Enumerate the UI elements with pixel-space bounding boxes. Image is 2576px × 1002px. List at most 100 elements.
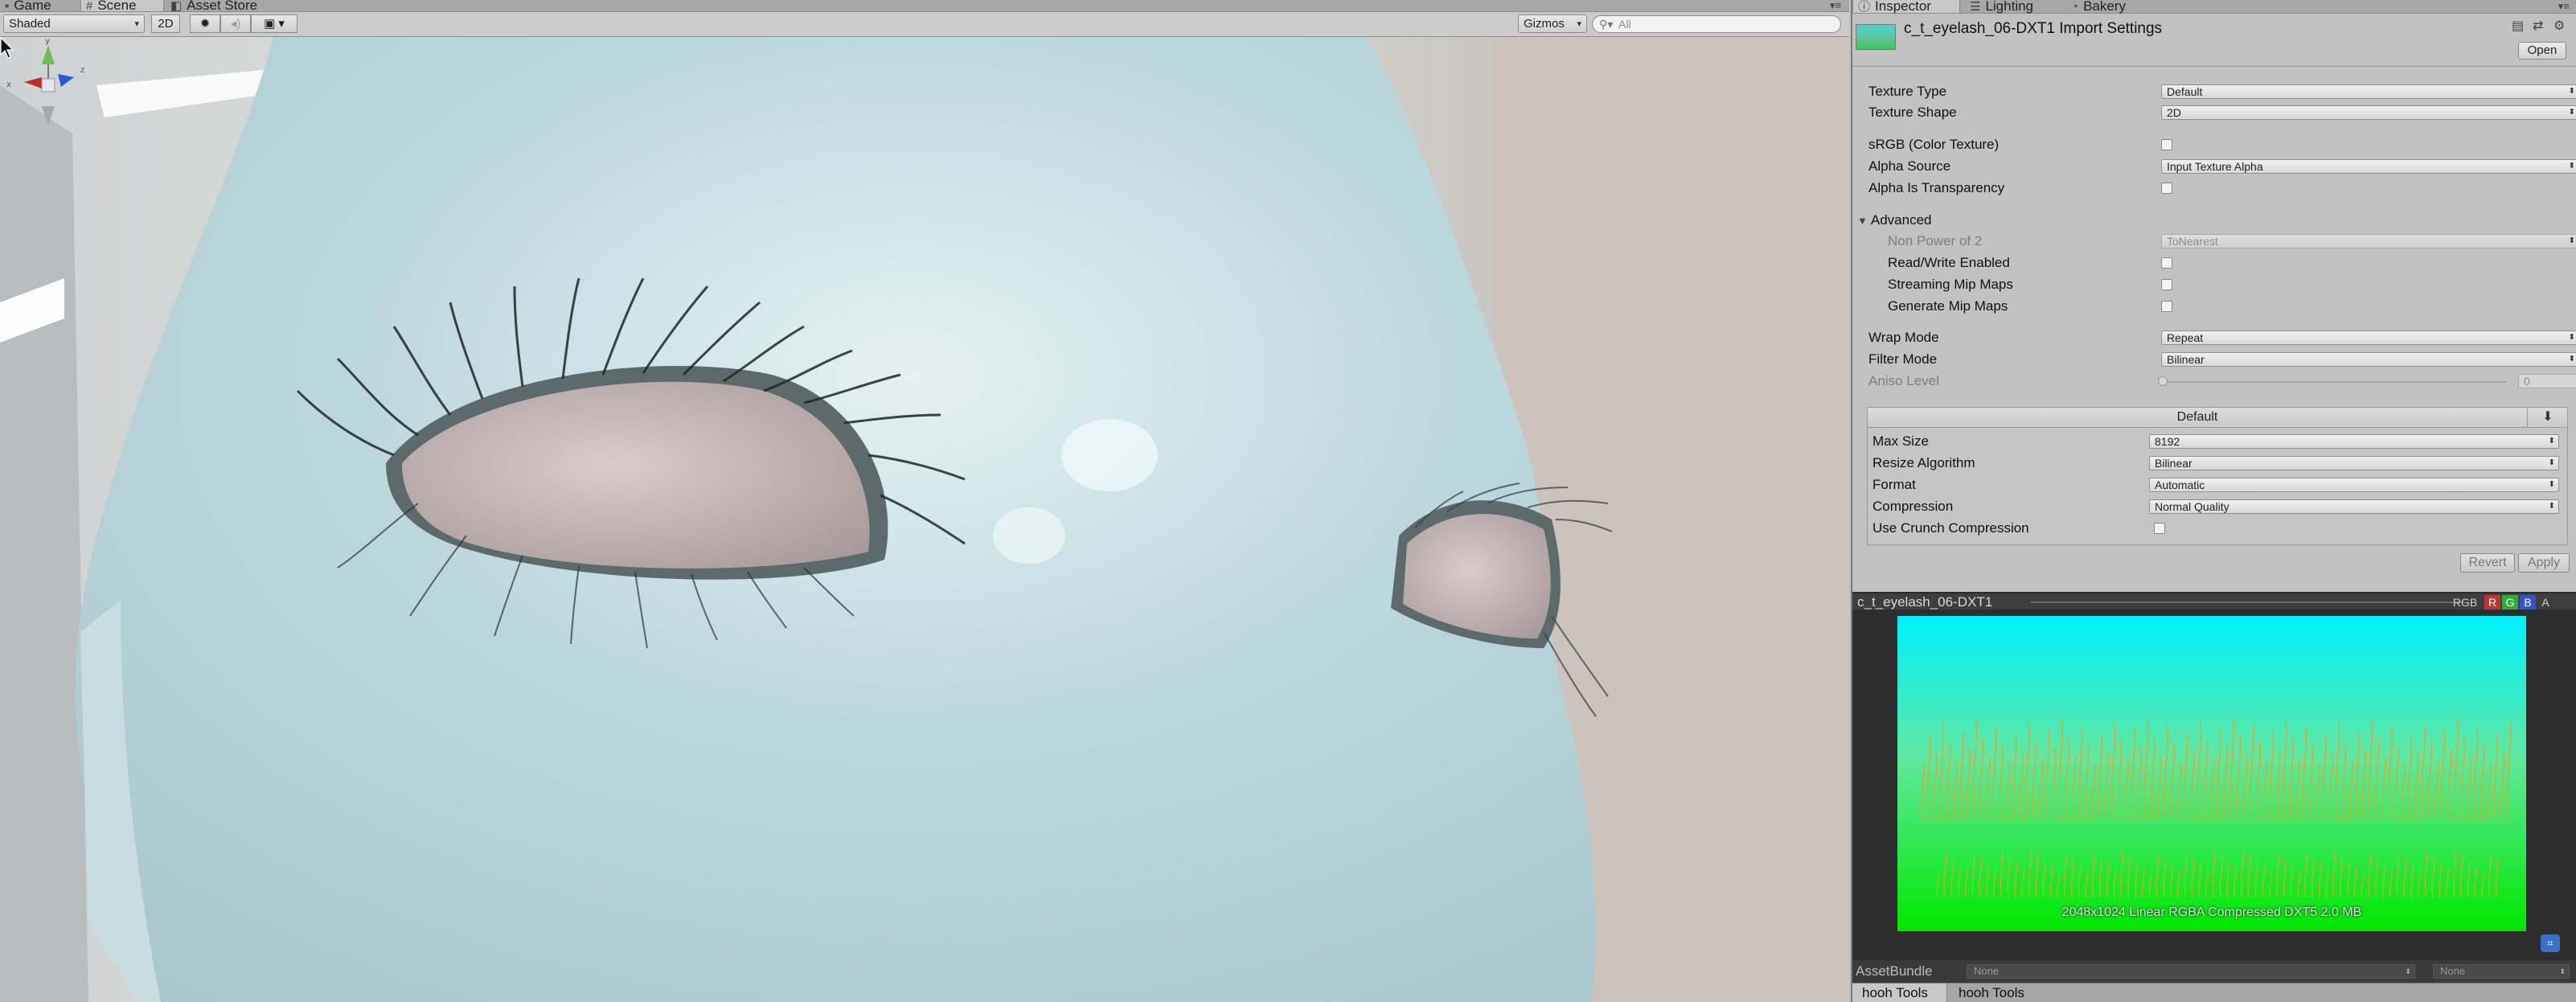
scene-toolbar: Shaded ▾ 2D ✹ ◂) ▣ ▾ Gizmos ▾ ⚲▾ All	[0, 12, 1849, 37]
open-button[interactable]: Open	[2518, 42, 2566, 60]
list-icon: ☰	[1970, 0, 1981, 14]
gear-icon[interactable]: ⚙	[2553, 18, 2565, 34]
bakery-icon: ◔	[2071, 0, 2079, 14]
tab-inspector[interactable]: ⓘ Inspector	[1852, 0, 1960, 14]
inspector-tab-bar: ⓘ Inspector ☰ Lighting ◔ Bakery ▾≡	[1852, 0, 2576, 14]
alpha-is-transparency-checkbox[interactable]	[2161, 183, 2172, 194]
mode-2d-button[interactable]: 2D	[151, 14, 180, 33]
tab-asset-store[interactable]: ◧ Asset Store	[166, 0, 278, 13]
scene-search-input[interactable]: ⚲▾ All	[1592, 15, 1841, 33]
srgb-checkbox[interactable]	[2161, 139, 2172, 150]
tab-lighting[interactable]: ☰ Lighting	[1965, 0, 2065, 14]
specular-highlight	[993, 507, 1065, 564]
scene-audio-toggle[interactable]: ◂)	[220, 14, 251, 33]
texture-type-row: Texture Type Default ⬍	[1868, 82, 2576, 101]
channel-b-button[interactable]: B	[2520, 595, 2536, 610]
channel-a-button[interactable]: A	[2537, 595, 2553, 610]
scene-lighting-toggle[interactable]: ✹	[190, 14, 220, 33]
resize-algorithm-dropdown[interactable]: Bilinear ⬍	[2149, 456, 2559, 470]
read-write-checkbox[interactable]	[2161, 257, 2172, 269]
tag-icon[interactable]: ⌗	[2541, 934, 2560, 952]
texture-preview-area: 2048x1024 Linear RGBA Compressed DXT5 2.…	[1852, 610, 2576, 960]
resize-algorithm-row: Resize Algorithm Bilinear ⬍	[1873, 454, 2564, 473]
aniso-slider-handle	[2158, 376, 2168, 386]
use-crunch-row: Use Crunch Compression	[1873, 519, 2564, 538]
store-icon: ◧	[170, 0, 183, 13]
advanced-foldout[interactable]: ▼ Advanced	[1857, 211, 2555, 230]
shading-mode-dropdown[interactable]: Shaded ▾	[3, 14, 145, 33]
asset-bundle-dropdown[interactable]: None ⬍	[1967, 964, 2415, 979]
tab-menu-icon[interactable]: ▾≡	[2558, 0, 2570, 13]
streaming-mips-row: Streaming Mip Maps	[1888, 275, 2566, 294]
alpha-source-row: Alpha Source Input Texture Alpha ⬍	[1868, 157, 2576, 176]
svg-text:y: y	[45, 37, 50, 46]
info-icon: ⓘ	[1858, 0, 1871, 14]
texture-shape-row: Texture Shape 2D ⬍	[1868, 103, 2576, 122]
streaming-mips-checkbox[interactable]	[2161, 279, 2172, 290]
format-dropdown[interactable]: Automatic ⬍	[2149, 478, 2559, 492]
gizmo-center-cube[interactable]	[41, 78, 55, 92]
specular-highlight	[1061, 419, 1158, 491]
max-size-dropdown[interactable]: 8192 ⬍	[2149, 434, 2559, 449]
book-icon[interactable]: ▤	[2512, 18, 2524, 34]
asset-bundle-variant-dropdown[interactable]: None ⬍	[2433, 964, 2570, 979]
tab-bakery[interactable]: ◔ Bakery	[2066, 0, 2163, 14]
platform-tab-default[interactable]: Default	[1868, 408, 2527, 427]
revert-button[interactable]: Revert	[2460, 553, 2515, 573]
gamepad-icon: ▪	[5, 0, 10, 13]
preview-title: c_t_eyelash_06-DXT1	[1857, 594, 1993, 610]
channel-r-button[interactable]: R	[2484, 595, 2500, 610]
scene-effects-dropdown[interactable]: ▣ ▾	[251, 14, 297, 33]
channel-g-button[interactable]: G	[2502, 595, 2518, 610]
asset-bundle-bar: AssetBundle None ⬍ None ⬍	[1852, 960, 2576, 983]
texture-info-label: 2048x1024 Linear RGBA Compressed DXT5 2.…	[2061, 905, 2362, 919]
filter-mode-row: Filter Mode Bilinear ⬍	[1868, 350, 2576, 369]
updown-arrows-icon: ⬍	[2559, 967, 2566, 975]
wrap-mode-row: Wrap Mode Repeat ⬍	[1868, 328, 2576, 347]
filter-mode-dropdown[interactable]: Bilinear ⬍	[2161, 352, 2576, 367]
generate-mips-row: Generate Mip Maps	[1888, 297, 2566, 316]
foldout-arrow-icon: ▼	[1857, 215, 1868, 227]
tab-hooh-tools-1[interactable]: hooh Tools	[1852, 984, 1947, 1002]
updown-arrows-icon: ⬍	[2568, 236, 2575, 245]
texture-type-dropdown[interactable]: Default ⬍	[2161, 84, 2576, 99]
scene-tab-bar: ▪ Game # Scene ◧ Asset Store ▾≡	[0, 0, 1849, 12]
texture-shape-dropdown[interactable]: 2D ⬍	[2161, 105, 2576, 120]
svg-text:z: z	[80, 66, 84, 75]
y-axis-cone[interactable]	[42, 45, 55, 64]
compression-dropdown[interactable]: Normal Quality ⬍	[2149, 499, 2559, 514]
updown-arrows-icon: ⬍	[2568, 87, 2575, 96]
updown-arrows-icon: ⬍	[2568, 333, 2575, 342]
asset-title: c_t_eyelash_06-DXT1 Import Settings	[1904, 20, 2163, 37]
scene-render	[0, 37, 1849, 1002]
scene-viewport[interactable]: y x z	[0, 37, 1849, 1002]
preview-drag-handle[interactable]	[2031, 602, 2465, 603]
texture-preview-image	[1897, 616, 2526, 931]
tab-menu-icon[interactable]: ▾≡	[1830, 0, 1841, 11]
tab-hooh-tools-2[interactable]: hooh Tools	[1949, 984, 2044, 1002]
preset-icon[interactable]: ⇄	[2533, 18, 2543, 34]
non-power-of-2-dropdown: ToNearest ⬍	[2161, 234, 2576, 248]
generate-mips-checkbox[interactable]	[2161, 301, 2172, 312]
apply-button[interactable]: Apply	[2518, 553, 2570, 573]
read-write-row: Read/Write Enabled	[1888, 253, 2566, 273]
grid-icon: #	[86, 0, 93, 13]
use-crunch-checkbox[interactable]	[2154, 523, 2165, 534]
wrap-mode-dropdown[interactable]: Repeat ⬍	[2161, 331, 2576, 345]
alpha-source-dropdown[interactable]: Input Texture Alpha ⬍	[2161, 159, 2576, 174]
download-icon[interactable]: ⬇	[2527, 408, 2568, 427]
x-axis-cone[interactable]	[24, 77, 42, 88]
scene-window: ▪ Game # Scene ◧ Asset Store ▾≡ Shaded ▾ 2D …	[0, 0, 1849, 1002]
updown-arrows-icon: ⬍	[2405, 967, 2411, 975]
neg-y-cone[interactable]	[42, 106, 55, 125]
tab-game[interactable]: ▪ Game	[0, 0, 80, 13]
updown-arrows-icon: ⬍	[2568, 355, 2575, 363]
speaker-icon: ◂)	[230, 17, 241, 31]
z-axis-cone[interactable]	[58, 74, 74, 87]
channel-rgb-button[interactable]: RGB	[2447, 595, 2483, 610]
aniso-level-field: 0	[2518, 374, 2576, 388]
compression-row: Compression Normal Quality ⬍	[1873, 497, 2564, 516]
tab-scene[interactable]: # Scene	[80, 0, 164, 13]
unity-editor: ▪ Game # Scene ◧ Asset Store ▾≡ Shaded ▾ 2D …	[0, 0, 2576, 1002]
gizmos-dropdown[interactable]: Gizmos ▾	[1518, 14, 1587, 33]
